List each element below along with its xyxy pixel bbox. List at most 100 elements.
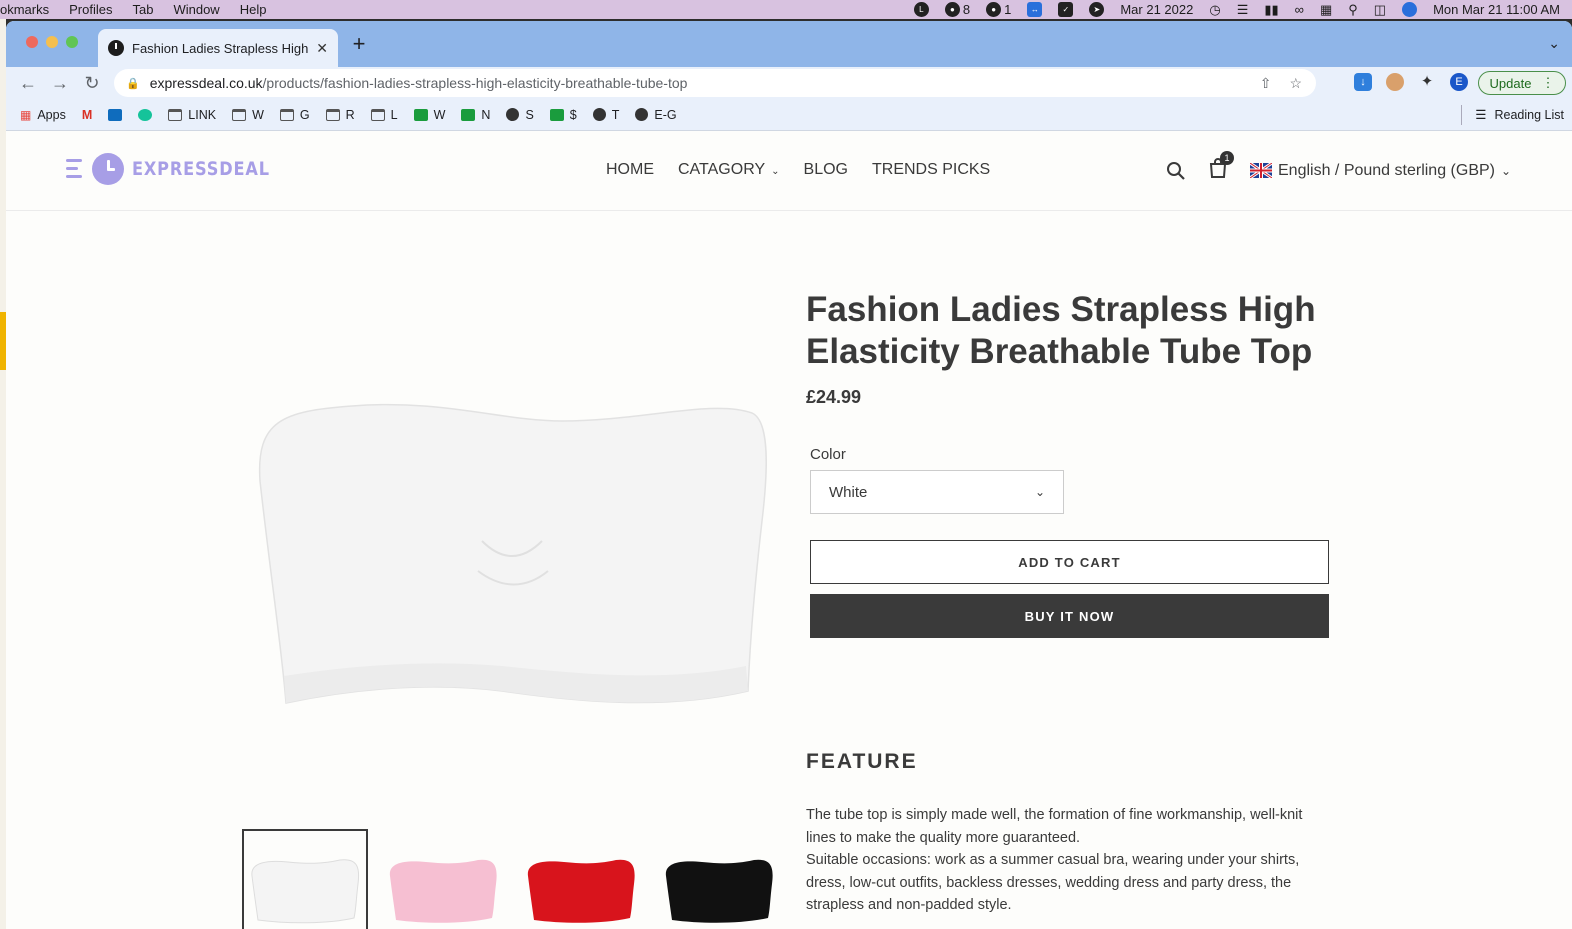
bookmark-sheet-n[interactable]: N: [461, 108, 490, 122]
buy-it-now-button[interactable]: BUY IT NOW: [810, 594, 1329, 638]
reading-list-button[interactable]: ☰ Reading List: [1461, 105, 1564, 125]
add-to-cart-button[interactable]: ADD TO CART: [810, 540, 1329, 584]
globe-icon: [592, 108, 606, 121]
outlook-icon: [108, 108, 123, 121]
tab-bar: Fashion Ladies Strapless High Elasticity…: [6, 21, 1572, 67]
bookmark-folder-r[interactable]: R: [325, 108, 355, 122]
cart-button[interactable]: 1: [1208, 151, 1234, 184]
wechat-icon[interactable]: ●: [986, 2, 1002, 17]
bookmark-globe-eg[interactable]: E-G: [635, 108, 677, 122]
green-plus-icon: [413, 108, 428, 121]
globe-icon: [506, 108, 520, 121]
bookmark-gmail[interactable]: M: [82, 108, 92, 122]
web-page: EXPRESSDEAL HOME CATAGORY ⌄ BLOG TRENDS P…: [6, 131, 1572, 929]
share-icon[interactable]: ⇧: [1260, 75, 1272, 92]
bookmark-apps[interactable]: ▦ Apps: [20, 108, 66, 122]
bookmark-grammarly[interactable]: [138, 108, 153, 121]
logo-clock-icon: [92, 153, 124, 185]
teamviewer-icon[interactable]: ↔: [1027, 2, 1043, 17]
bookmark-folder-l[interactable]: L: [370, 108, 398, 122]
link-icon[interactable]: ∞: [1295, 2, 1304, 17]
control-center-icon[interactable]: ◫: [1374, 2, 1386, 18]
location-arrow-icon[interactable]: ➤: [1089, 2, 1105, 17]
battery-icon[interactable]: ▮▮: [1264, 2, 1278, 18]
locale-selector[interactable]: English / Pound sterling (GBP) ⌄: [1250, 162, 1511, 180]
thumbnail-red[interactable]: [518, 829, 644, 929]
thumbnail-black[interactable]: [656, 829, 782, 929]
thumbnail-image: [665, 859, 773, 923]
menubar-clock: Mon Mar 21 11:00 AM: [1433, 2, 1560, 17]
close-window-icon[interactable]: [26, 36, 38, 48]
bookmarks-bar: ▦ Apps M LINK W G R L W N S $ T E-G ☰ Rea…: [6, 99, 1572, 131]
browser-window: Fashion Ladies Strapless High Elasticity…: [6, 21, 1572, 929]
feature-paragraph: Suitable occasions: work as a summer cas…: [806, 852, 1300, 913]
spotlight-search-icon[interactable]: ⚲: [1348, 2, 1358, 18]
product-details: Fashion Ladies Strapless High Elasticity…: [806, 289, 1346, 917]
siri-icon[interactable]: [1402, 2, 1418, 17]
folder-icon: [370, 108, 385, 121]
lock-icon[interactable]: 🔒: [126, 77, 140, 90]
tab-search-chevron-icon[interactable]: ⌄: [1548, 35, 1560, 52]
us-flag-icon[interactable]: ☰: [1237, 2, 1249, 18]
grammarly-icon: [138, 108, 153, 121]
bookmark-sheet-w[interactable]: W: [413, 108, 445, 122]
update-button[interactable]: Update ⋮: [1478, 71, 1566, 95]
tab-close-icon[interactable]: ✕: [316, 40, 328, 57]
bookmark-globe-t[interactable]: T: [592, 108, 619, 122]
locale-label: English / Pound sterling (GBP): [1278, 161, 1495, 179]
thumbnail-image: [389, 859, 497, 923]
reload-icon[interactable]: ↻: [76, 73, 108, 94]
back-icon[interactable]: ←: [12, 73, 44, 94]
main-nav: HOME CATAGORY ⌄ BLOG TRENDS PICKS: [606, 161, 990, 179]
color-select[interactable]: White ⌄: [810, 470, 1064, 514]
minimize-window-icon[interactable]: [46, 36, 58, 48]
apps-grid-icon: ▦: [20, 107, 32, 122]
nav-home[interactable]: HOME: [606, 161, 654, 179]
nav-blog[interactable]: BLOG: [804, 161, 848, 179]
bookmark-folder-w[interactable]: W: [232, 108, 264, 122]
menu-profiles[interactable]: Profiles: [69, 2, 112, 17]
site-favicon-icon: [108, 40, 124, 56]
menu-window[interactable]: Window: [173, 2, 219, 17]
menu-tab[interactable]: Tab: [132, 2, 153, 17]
new-tab-icon[interactable]: +: [348, 33, 370, 55]
nav-catagory[interactable]: CATAGORY ⌄: [678, 161, 780, 179]
address-bar[interactable]: 🔒 expressdeal.co.uk/products/fashion-lad…: [114, 69, 1316, 97]
zoom-window-icon[interactable]: [66, 36, 78, 48]
chevron-down-icon: ⌄: [1501, 163, 1512, 178]
puzzle-extensions-icon[interactable]: ✦: [1418, 73, 1436, 91]
thumbnail-white[interactable]: [242, 829, 368, 929]
check-icon[interactable]: ✓: [1058, 2, 1074, 17]
more-menu-icon[interactable]: ⋮: [1541, 75, 1554, 91]
line-app-icon[interactable]: L: [913, 2, 929, 17]
feature-description: The tube top is simply made well, the fo…: [806, 804, 1326, 917]
thumbnail-pink[interactable]: [380, 829, 506, 929]
bookmark-folder-g[interactable]: G: [279, 108, 310, 122]
product-main-image[interactable]: [242, 271, 778, 791]
menu-help[interactable]: Help: [240, 2, 267, 17]
menu-bookmarks[interactable]: okmarks: [0, 2, 49, 17]
logo-wordmark: EXPRESSDEAL: [132, 158, 270, 180]
bookmark-globe-s[interactable]: S: [506, 108, 534, 122]
forward-icon[interactable]: →: [44, 73, 76, 94]
bookmark-folder-link[interactable]: LINK: [168, 108, 216, 122]
bookmark-sheet-dollar[interactable]: $: [549, 108, 577, 122]
active-tab[interactable]: Fashion Ladies Strapless High Elasticity…: [98, 29, 338, 67]
time-machine-icon[interactable]: ◷: [1209, 2, 1220, 18]
product-price: £24.99: [806, 387, 862, 407]
bookmark-star-icon[interactable]: ☆: [1289, 75, 1302, 92]
profile-avatar[interactable]: E: [1450, 73, 1468, 91]
download-extension-icon[interactable]: ↓: [1354, 73, 1372, 91]
browser-toolbar: ← → ↻ 🔒 expressdeal.co.uk/products/fashi…: [6, 67, 1572, 99]
thumbnail-image: [251, 859, 360, 924]
keyboard-icon[interactable]: ▦: [1320, 2, 1332, 18]
cart-count-badge: 1: [1220, 151, 1234, 165]
bell-icon[interactable]: ●: [944, 2, 960, 17]
feature-heading: FEATURE: [806, 750, 918, 773]
search-icon[interactable]: [1166, 161, 1186, 181]
nav-trends-picks[interactable]: TRENDS PICKS: [872, 161, 990, 179]
avatar-extension-icon[interactable]: [1386, 73, 1404, 91]
site-logo[interactable]: EXPRESSDEAL: [66, 153, 294, 185]
bookmark-outlook[interactable]: [108, 108, 123, 121]
uk-flag-icon: [1250, 163, 1272, 178]
